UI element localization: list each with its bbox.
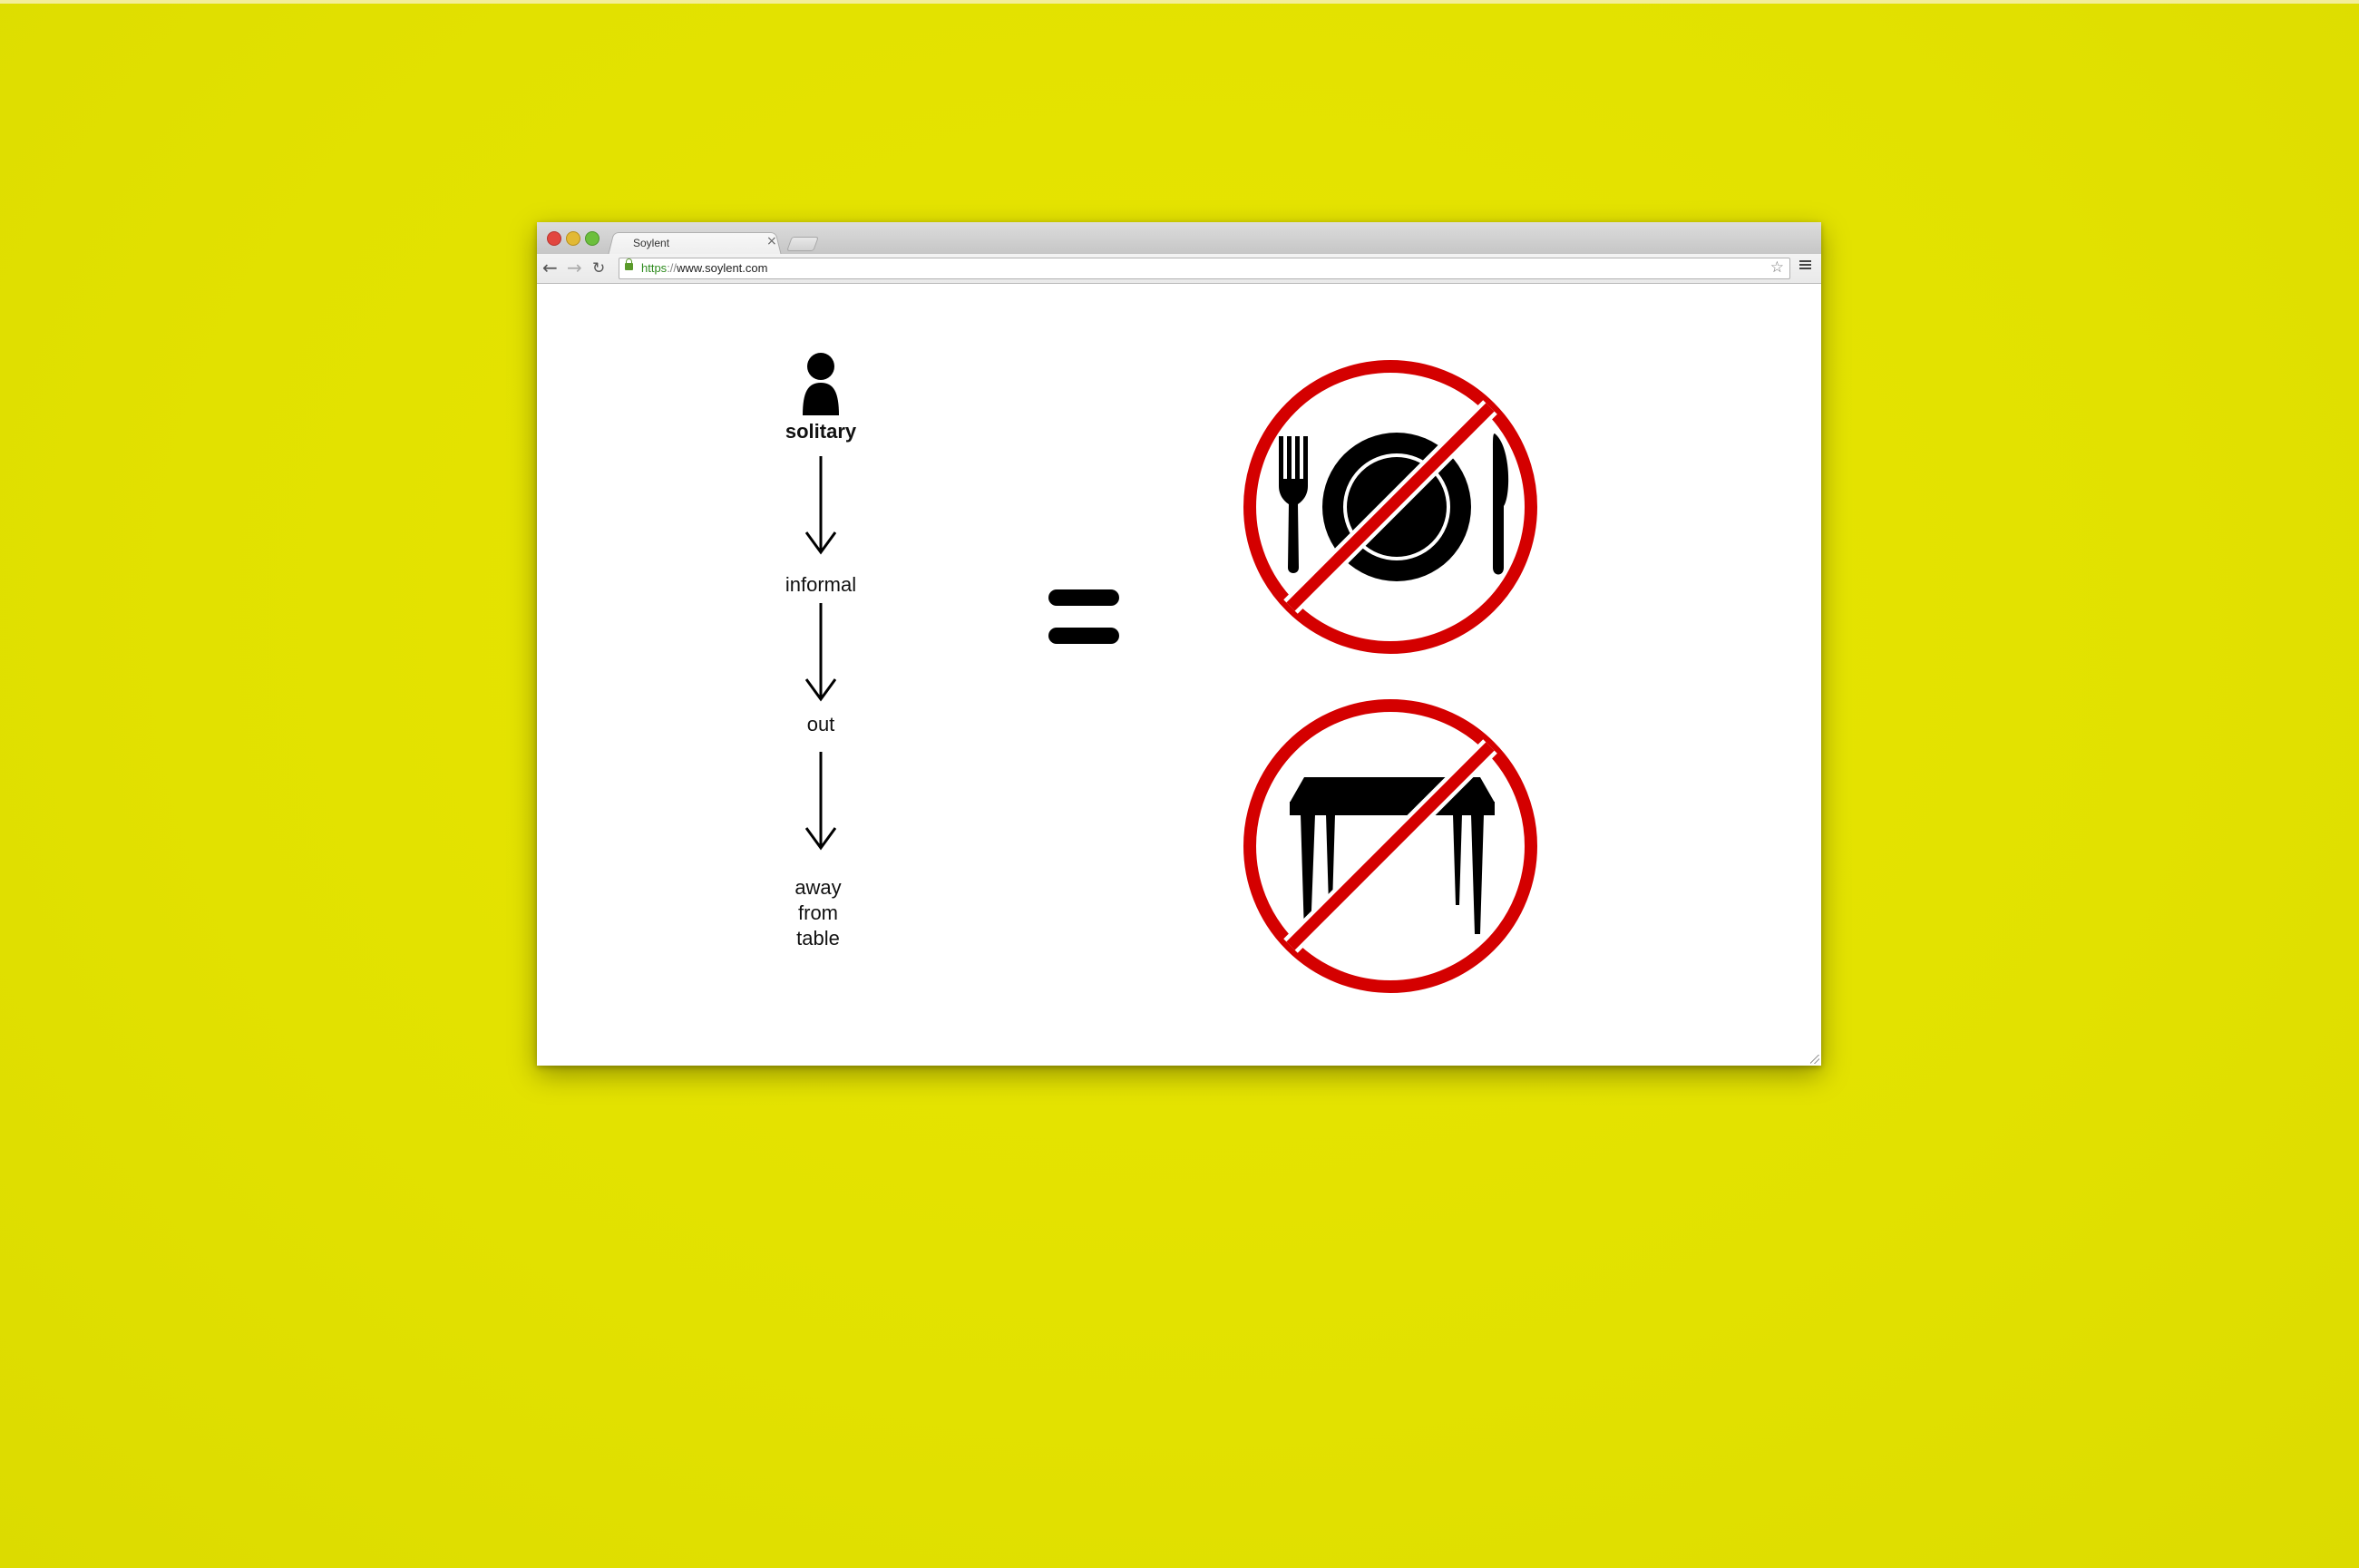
arrow-down-icon: [805, 456, 836, 555]
url-separator: ://: [667, 261, 677, 275]
url-scheme: https: [641, 261, 668, 275]
window-titlebar: Soylent ×: [537, 222, 1821, 256]
address-bar[interactable]: https://www.soylent.com ☆: [619, 258, 1790, 279]
reload-icon[interactable]: ↻: [592, 258, 605, 278]
backdrop-edge: [0, 0, 2359, 4]
new-tab-button[interactable]: [786, 237, 819, 251]
fork-icon: [1279, 436, 1308, 573]
zoom-window-button[interactable]: [585, 231, 599, 246]
tab-close-icon[interactable]: ×: [766, 234, 777, 248]
browser-toolbar: ← → ↻ https://www.soylent.com ☆: [537, 254, 1821, 284]
browser-window: Soylent × ← → ↻ https://www.soylent.com …: [537, 222, 1821, 1066]
person-icon: [803, 353, 839, 415]
no-dining-icon: [1243, 360, 1537, 654]
close-window-button[interactable]: [547, 231, 561, 246]
arrow-down-icon: [805, 752, 836, 851]
forward-arrow-icon[interactable]: →: [567, 258, 582, 278]
page-content: solitary informal out away from table: [537, 284, 1821, 1066]
arrow-down-icon: [805, 603, 836, 702]
bookmark-star-icon[interactable]: ☆: [1770, 258, 1784, 277]
knife-icon: [1493, 433, 1509, 575]
equals-icon: [1048, 589, 1119, 644]
flow-label-solitary: solitary: [785, 420, 857, 443]
lock-icon: [625, 258, 633, 270]
back-arrow-icon[interactable]: ←: [542, 258, 558, 278]
tab-title: Soylent: [633, 237, 670, 249]
url-host: www.soylent.com: [677, 261, 768, 275]
minimize-window-button[interactable]: [566, 231, 580, 246]
url-text[interactable]: https://www.soylent.com: [641, 261, 767, 275]
browser-menu-icon[interactable]: [1799, 258, 1811, 271]
resize-grip[interactable]: [1810, 1055, 1819, 1064]
no-table-icon: [1243, 699, 1537, 993]
flow-label-away-from-table: away from table: [794, 876, 842, 950]
flow-label-informal: informal: [785, 573, 857, 596]
flow-label-out: out: [806, 713, 835, 735]
